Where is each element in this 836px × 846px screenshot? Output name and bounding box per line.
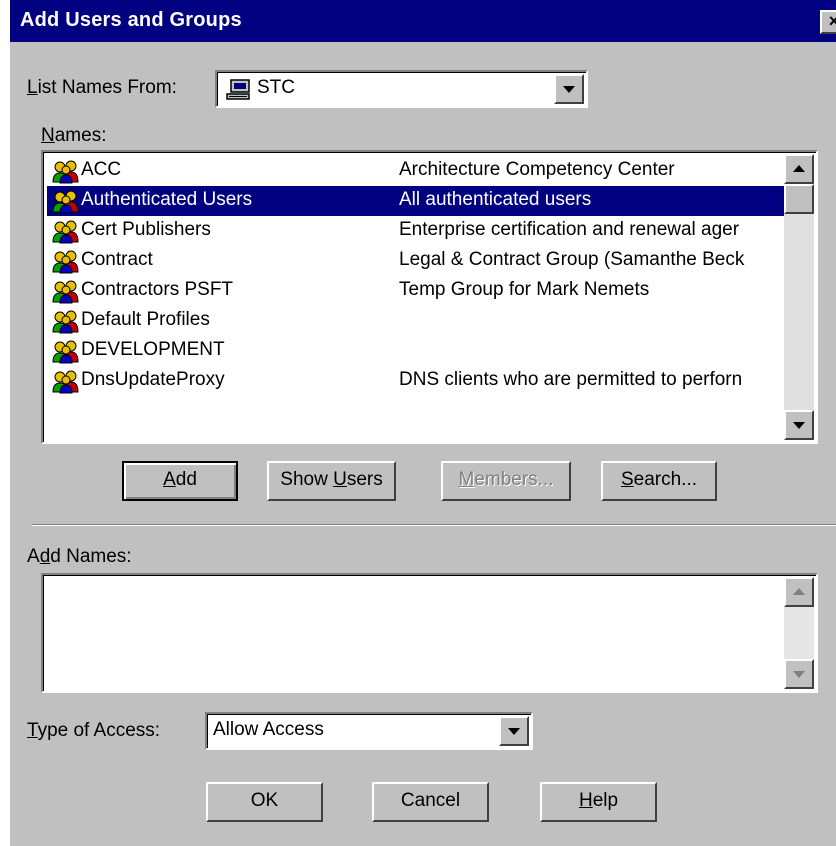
list-names-from-value: STC: [257, 77, 295, 98]
list-item[interactable]: DEVELOPMENT: [47, 336, 786, 366]
members-button[interactable]: Members...: [441, 461, 571, 501]
list-item[interactable]: DnsUpdateProxy DNS clients who are permit…: [47, 366, 786, 396]
add-button[interactable]: Add: [122, 461, 238, 501]
close-button[interactable]: ×: [820, 10, 836, 34]
user-group-icon: [52, 370, 79, 394]
list-item[interactable]: Default Profiles: [47, 306, 786, 336]
user-group-icon: [52, 340, 79, 364]
add-names-scrollbar[interactable]: [784, 577, 814, 689]
cancel-button[interactable]: Cancel: [372, 782, 489, 822]
list-item-description: Enterprise certification and renewal age…: [399, 219, 740, 240]
user-group-icon: [52, 280, 79, 304]
list-item[interactable]: Contract Legal & Contract Group (Samanthe…: [47, 246, 786, 276]
names-listbox[interactable]: ACC Architecture Competency Center Authent…: [41, 150, 818, 444]
list-names-from-dropdown-button[interactable]: [554, 74, 584, 104]
user-group-icon: [52, 250, 79, 274]
list-names-from-combobox[interactable]: STC: [215, 70, 588, 108]
list-item[interactable]: Contractors PSFT Temp Group for Mark Neme…: [47, 276, 786, 306]
type-of-access-label: Type of Access:: [27, 720, 161, 741]
chevron-up-icon: [793, 588, 805, 595]
chevron-down-icon: [508, 728, 520, 735]
list-item-name: DnsUpdateProxy: [81, 369, 225, 390]
list-item-name: Default Profiles: [81, 309, 210, 330]
list-item-description: Architecture Competency Center: [399, 159, 675, 180]
list-item-description: Temp Group for Mark Nemets: [399, 279, 650, 300]
chevron-down-icon: [563, 86, 575, 93]
type-of-access-value: Allow Access: [213, 719, 324, 740]
list-item-name: Authenticated Users: [81, 189, 253, 210]
list-item[interactable]: Cert Publishers Enterprise certification …: [47, 216, 786, 246]
help-button[interactable]: Help: [540, 782, 657, 822]
computer-icon: [226, 79, 250, 100]
list-item-name: Contract: [81, 249, 153, 270]
list-item-description: All authenticated users: [399, 189, 592, 210]
list-item-name: Contractors PSFT: [81, 279, 234, 300]
list-item-description: Legal & Contract Group (Samanthe Beck: [399, 249, 745, 270]
user-group-icon: [52, 160, 79, 184]
chevron-up-icon: [793, 165, 805, 172]
scroll-up-button[interactable]: [784, 154, 814, 184]
chevron-down-icon: [793, 671, 805, 678]
ok-button[interactable]: OK: [206, 782, 323, 822]
list-names-from-label: List Names From:: [27, 77, 177, 98]
close-icon: ×: [828, 11, 836, 31]
names-scrollbar[interactable]: [784, 154, 814, 440]
list-item[interactable]: Authenticated Users All authenticated use…: [47, 186, 786, 216]
user-group-icon: [52, 190, 79, 214]
list-item-description: DNS clients who are permitted to perforn: [399, 369, 743, 390]
scroll-thumb[interactable]: [784, 184, 814, 214]
add-names-textarea[interactable]: [41, 573, 818, 693]
type-of-access-combobox[interactable]: Allow Access: [205, 712, 533, 750]
user-group-icon: [52, 310, 79, 334]
separator: [32, 524, 836, 526]
list-item-name: Cert Publishers: [81, 219, 211, 240]
scroll-up-button[interactable]: [784, 577, 814, 607]
type-of-access-dropdown-button[interactable]: [499, 716, 529, 746]
add-names-label: Add Names:: [27, 546, 132, 567]
scroll-down-button[interactable]: [784, 410, 814, 440]
list-item-name: ACC: [81, 159, 122, 180]
user-group-icon: [52, 220, 79, 244]
chevron-down-icon: [793, 422, 805, 429]
names-label: Names:: [41, 125, 107, 146]
list-item-name: DEVELOPMENT: [81, 339, 225, 360]
dialog-title: Add Users and Groups: [20, 9, 242, 31]
show-users-button[interactable]: Show Users: [267, 461, 396, 501]
scroll-down-button[interactable]: [784, 659, 814, 689]
search-button[interactable]: Search...: [601, 461, 717, 501]
list-item[interactable]: ACC Architecture Competency Center: [47, 156, 786, 186]
add-users-groups-dialog: Add Users and Groups × List Names From: …: [10, 0, 836, 846]
title-bar[interactable]: Add Users and Groups ×: [10, 0, 836, 42]
